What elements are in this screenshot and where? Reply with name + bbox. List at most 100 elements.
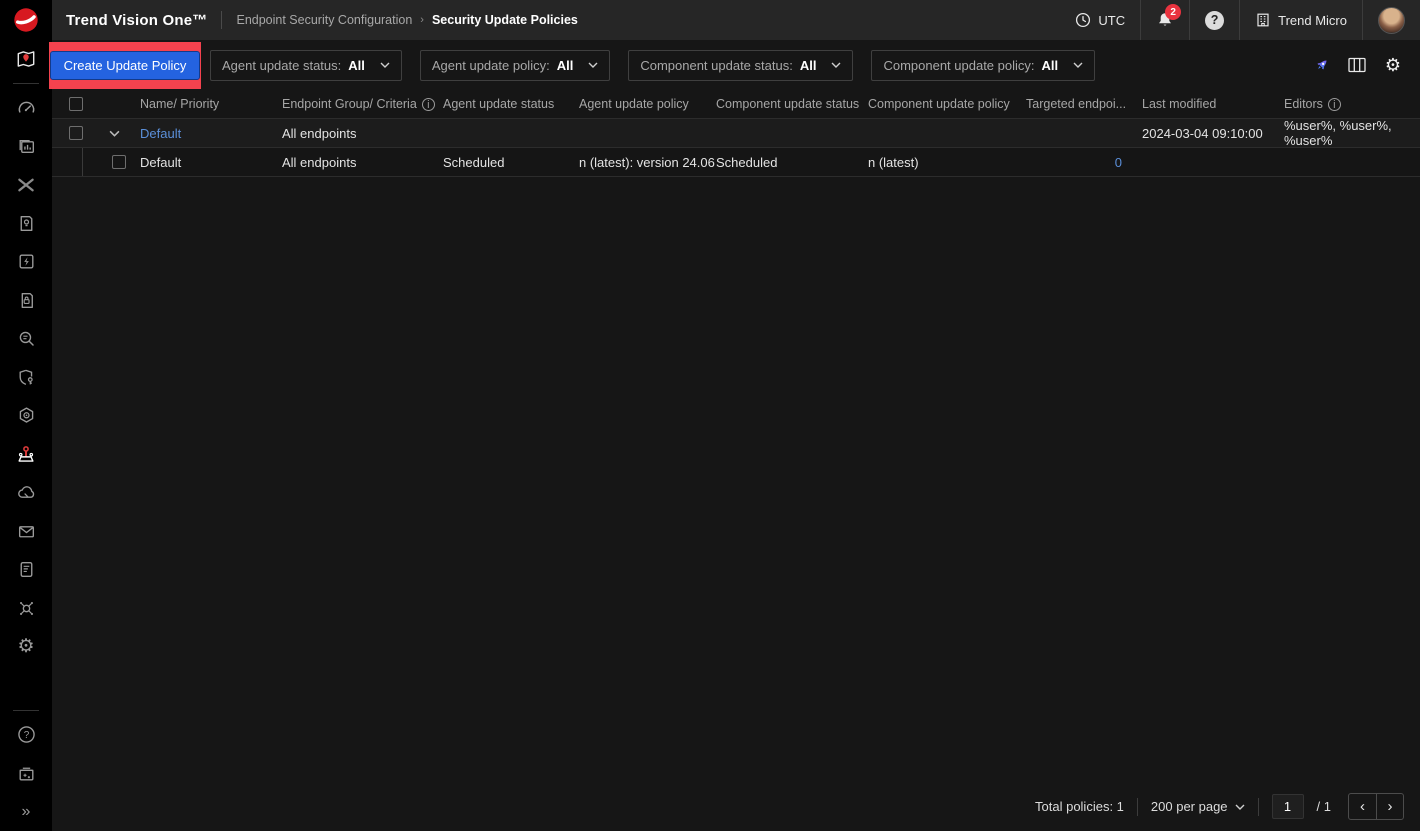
double-chevron-right-icon: »	[22, 804, 31, 820]
table-row: Default All endpoints 2024-03-04 09:10:0…	[52, 119, 1420, 148]
sidebar-item-search[interactable]	[0, 320, 52, 359]
sidebar-item-help[interactable]: ?	[0, 716, 52, 755]
sidebar-item-map[interactable]	[0, 40, 52, 79]
filter-bar: Agent update status: All Agent update po…	[210, 50, 1095, 81]
sparkle-box-icon	[16, 763, 37, 784]
sidebar-item-xdr[interactable]	[0, 166, 52, 205]
create-update-policy-button[interactable]: Create Update Policy	[50, 51, 201, 80]
sidebar-item-whats-new[interactable]	[0, 754, 52, 793]
breadcrumb: Endpoint Security Configuration › Securi…	[236, 13, 577, 27]
row-checkbox[interactable]	[112, 155, 126, 169]
sidebar-item-cloud-security[interactable]	[0, 474, 52, 513]
toolbar: Create Update Policy Agent update status…	[52, 40, 1420, 90]
sidebar-divider	[13, 83, 39, 84]
cell-comp-status: Scheduled	[716, 155, 868, 170]
cell-last-modified: 2024-03-04 09:10:00	[1142, 126, 1284, 141]
column-agent-update-policy[interactable]: Agent update policy	[579, 97, 716, 111]
column-agent-update-status[interactable]: Agent update status	[443, 97, 579, 111]
filter-label: Agent update status:	[222, 58, 341, 73]
sidebar-item-network-analysis[interactable]	[0, 589, 52, 628]
building-icon	[1255, 12, 1271, 28]
column-editors[interactable]: Editorsi	[1284, 97, 1420, 111]
pagination-divider	[1258, 798, 1259, 816]
pagination-divider	[1137, 798, 1138, 816]
filter-value: All	[800, 58, 817, 73]
select-all-checkbox[interactable]	[69, 97, 83, 111]
timezone-selector[interactable]: UTC	[1060, 0, 1140, 40]
per-page-selector[interactable]: 200 per page	[1151, 799, 1245, 814]
page-count-label: / 1	[1317, 799, 1331, 814]
page-number-input[interactable]	[1272, 794, 1304, 819]
cell-editors: %user%, %user%, %user%	[1284, 118, 1420, 148]
report-chart-icon	[16, 136, 37, 157]
info-icon[interactable]: i	[1328, 98, 1341, 111]
indent-guide	[82, 148, 83, 176]
cell-endpoint-group: All endpoints	[282, 126, 443, 141]
filter-agent-update-policy[interactable]: Agent update policy: All	[420, 50, 610, 81]
user-avatar	[1378, 7, 1405, 34]
sidebar-item-security-config[interactable]	[0, 397, 52, 436]
filter-label: Component update status:	[640, 58, 793, 73]
sidebar-item-identity[interactable]	[0, 358, 52, 397]
app-title: Trend Vision One™	[52, 12, 221, 29]
tenant-selector[interactable]: Trend Micro	[1239, 0, 1362, 40]
column-component-update-policy[interactable]: Component update policy	[868, 97, 1026, 111]
filter-value: All	[1042, 58, 1059, 73]
gear-icon[interactable]: ⚙	[1383, 55, 1403, 75]
sidebar-item-dashboard[interactable]	[0, 89, 52, 128]
filter-component-update-policy[interactable]: Component update policy: All	[871, 50, 1095, 81]
sidebar-item-insights[interactable]	[0, 204, 52, 243]
pagination: Total policies: 1 200 per page / 1 ‹ ›	[1035, 793, 1404, 820]
column-name-priority[interactable]: Name/ Priority	[140, 97, 282, 111]
sidebar-item-endpoint-security-active[interactable]	[0, 435, 52, 474]
filter-agent-update-status[interactable]: Agent update status: All	[210, 50, 402, 81]
sidebar-item-settings[interactable]: ⚙	[0, 628, 52, 667]
mail-icon	[16, 521, 37, 542]
column-last-modified[interactable]: Last modified	[1142, 97, 1284, 111]
filter-value: All	[557, 58, 574, 73]
question-icon: ?	[1205, 11, 1224, 30]
policy-name-link[interactable]: Default	[140, 126, 181, 141]
column-component-update-status[interactable]: Component update status	[716, 97, 868, 111]
device-notes-icon	[16, 559, 37, 580]
notifications-button[interactable]: 2	[1140, 0, 1189, 40]
expand-chevron-icon[interactable]	[109, 130, 120, 137]
title-divider	[221, 11, 222, 29]
column-targeted-endpoints[interactable]: Targeted endpoi...	[1026, 97, 1142, 111]
clock-icon	[1075, 12, 1091, 28]
previous-page-button[interactable]: ‹	[1349, 794, 1376, 819]
targeted-endpoints-link[interactable]: 0	[1115, 155, 1122, 170]
sidebar-divider-bottom	[13, 710, 39, 711]
user-menu[interactable]	[1362, 0, 1420, 40]
sidebar-item-mobile[interactable]	[0, 551, 52, 590]
breadcrumb-current-page: Security Update Policies	[432, 13, 578, 27]
cell-comp-policy: n (latest)	[868, 155, 1026, 170]
info-icon[interactable]: i	[422, 98, 435, 111]
trend-micro-logo-icon[interactable]	[0, 0, 52, 40]
chevron-down-icon	[588, 62, 598, 68]
columns-icon[interactable]	[1347, 55, 1367, 75]
sidebar-item-reports[interactable]	[0, 127, 52, 166]
top-header: Trend Vision One™ Endpoint Security Conf…	[52, 0, 1420, 40]
network-search-icon	[16, 598, 37, 619]
rocket-icon[interactable]	[1311, 55, 1331, 75]
gauge-icon	[16, 97, 37, 118]
cell-agent-policy: n (latest): version 24.06	[579, 155, 716, 170]
breadcrumb-section[interactable]: Endpoint Security Configuration	[236, 13, 412, 27]
column-endpoint-group[interactable]: Endpoint Group/ Criteriai	[282, 97, 443, 111]
gear-icon: ⚙	[17, 637, 34, 656]
next-page-button[interactable]: ›	[1376, 794, 1403, 819]
sidebar-item-email[interactable]	[0, 512, 52, 551]
lock-document-icon	[16, 290, 37, 311]
filter-component-update-status[interactable]: Component update status: All	[628, 50, 853, 81]
chevron-down-icon	[1235, 804, 1245, 810]
help-icon: ?	[16, 724, 37, 745]
hexagon-gear-icon	[16, 405, 37, 426]
sidebar-item-policies[interactable]	[0, 281, 52, 320]
sidebar-collapse-toggle[interactable]: »	[0, 793, 52, 831]
row-checkbox[interactable]	[69, 126, 83, 140]
sidebar-item-automation[interactable]	[0, 243, 52, 282]
help-button[interactable]: ?	[1189, 0, 1239, 40]
document-bulb-icon	[16, 213, 37, 234]
notification-badge: 2	[1165, 4, 1181, 20]
